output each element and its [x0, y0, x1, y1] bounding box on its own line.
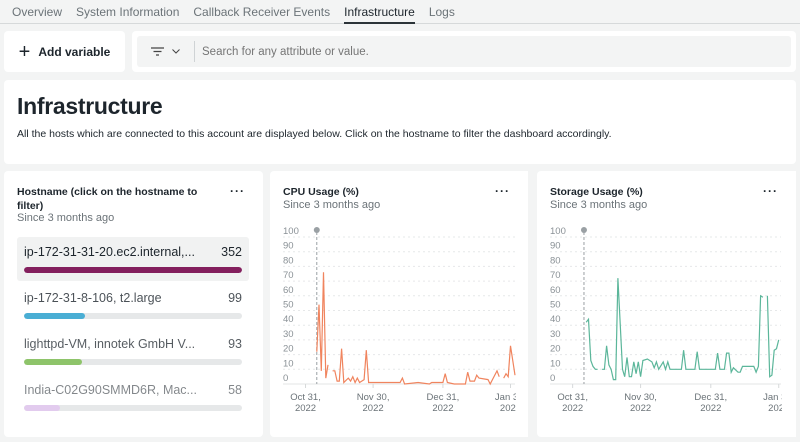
host-bar-fill [24, 267, 242, 273]
cpu-usage-panel: CPU Usage (%) Since 3 months ago ··· 100… [270, 171, 528, 437]
filter-dropdown[interactable] [137, 41, 195, 62]
host-count: 93 [228, 337, 242, 351]
host-name: India-C02G90SMMD6R, Mac... [24, 383, 197, 397]
series-line [585, 317, 598, 370]
series-line [766, 295, 780, 378]
series-line [602, 278, 764, 381]
filter-icon [151, 47, 164, 56]
infrastructure-header: Infrastructure All the hosts which are c… [4, 80, 796, 164]
series-line [316, 272, 329, 379]
x-tick-label: Nov 30, [624, 392, 657, 403]
more-options-icon[interactable]: ··· [230, 184, 245, 198]
chevron-down-icon [172, 49, 180, 54]
y-tick-label: 80 [283, 255, 294, 266]
y-tick-label: 100 [283, 226, 299, 237]
storage-usage-panel: Storage Usage (%) Since 3 months ago ···… [537, 171, 796, 437]
host-list-item[interactable]: lighttpd-VM, innotek GmbH V... 93 [17, 329, 249, 373]
x-tick-label: 2022 [363, 403, 384, 414]
x-tick-label: Oct 31, [557, 392, 588, 403]
host-bar [24, 359, 242, 365]
y-tick-label: 70 [283, 270, 294, 281]
y-tick-label: 80 [550, 255, 561, 266]
x-tick-label: 2022 [630, 403, 651, 414]
host-count: 58 [228, 383, 242, 397]
x-tick-label: 2022 [432, 403, 453, 414]
y-tick-label: 100 [550, 226, 566, 237]
y-tick-label: 90 [283, 241, 294, 252]
host-list-item[interactable]: ip-172-31-31-20.ec2.internal,... 352 [17, 237, 249, 281]
y-tick-label: 0 [550, 373, 555, 384]
host-bar-fill [24, 313, 86, 319]
cpu-usage-chart: 1009080706050403020100Oct 31,2022Nov 30,… [283, 171, 528, 437]
tab-callback-receiver-events[interactable]: Callback Receiver Events [193, 0, 330, 24]
y-tick-label: 60 [283, 285, 294, 296]
y-tick-label: 50 [550, 300, 561, 311]
search-bar [132, 31, 796, 72]
hostname-panel: Hostname (click on the hostname to filte… [4, 171, 263, 437]
y-tick-label: 30 [283, 329, 294, 340]
y-tick-label: 40 [283, 314, 294, 325]
x-tick-label: Dec 31, [694, 392, 727, 403]
host-name: ip-172-31-31-20.ec2.internal,... [24, 245, 195, 259]
panel-subtitle: Since 3 months ago [17, 212, 115, 224]
panel-title: Hostname (click on the hostname to filte… [17, 186, 198, 212]
chart-clip [782, 171, 796, 437]
y-tick-label: 10 [550, 358, 561, 369]
x-tick-label: 2022 [700, 403, 721, 414]
y-tick-label: 20 [550, 344, 561, 355]
y-tick-label: 50 [283, 300, 294, 311]
page-description: All the hosts which are connected to thi… [17, 128, 612, 140]
host-bar [24, 313, 242, 319]
host-list-item[interactable]: ip-172-31-8-106, t2.large 99 [17, 283, 249, 327]
x-tick-label: 2022 [562, 403, 583, 414]
y-tick-label: 90 [550, 241, 561, 252]
search-input[interactable] [195, 45, 791, 58]
y-tick-label: 70 [550, 270, 561, 281]
host-count: 99 [228, 291, 242, 305]
x-tick-label: Nov 30, [357, 392, 390, 403]
y-tick-label: 20 [283, 344, 294, 355]
host-name: lighttpd-VM, innotek GmbH V... [24, 337, 196, 351]
add-variable-button[interactable]: + Add variable [4, 31, 125, 72]
host-bar-fill [24, 359, 82, 365]
series-line [332, 348, 500, 386]
chart-clip [516, 171, 528, 437]
storage-usage-chart: 1009080706050403020100Oct 31,2022Nov 30,… [550, 171, 796, 437]
y-tick-label: 10 [283, 358, 294, 369]
y-tick-label: 30 [550, 329, 561, 340]
host-bar [24, 405, 242, 411]
add-variable-label: Add variable [38, 44, 111, 59]
host-bar-fill [24, 405, 60, 411]
y-tick-label: 40 [550, 314, 561, 325]
time-marker-handle[interactable] [580, 227, 587, 233]
host-list-item[interactable]: India-C02G90SMMD6R, Mac... 58 [17, 375, 249, 419]
host-name: ip-172-31-8-106, t2.large [24, 291, 162, 305]
tab-infrastructure[interactable]: Infrastructure [344, 0, 415, 24]
page-title: Infrastructure [17, 93, 163, 119]
y-tick-label: 60 [550, 285, 561, 296]
host-count: 352 [221, 245, 242, 259]
x-tick-label: Dec 31, [427, 392, 460, 403]
tab-system-information[interactable]: System Information [76, 0, 179, 24]
x-tick-label: 2022 [295, 403, 316, 414]
time-marker-handle[interactable] [313, 227, 320, 233]
y-tick-label: 0 [283, 373, 288, 384]
tab-bar: Overview System Information Callback Rec… [0, 0, 800, 24]
tab-logs[interactable]: Logs [429, 0, 455, 24]
plus-icon: + [18, 40, 31, 63]
series-line [503, 345, 516, 379]
host-bar [24, 267, 242, 273]
x-tick-label: Oct 31, [290, 392, 321, 403]
tab-overview[interactable]: Overview [12, 0, 62, 24]
